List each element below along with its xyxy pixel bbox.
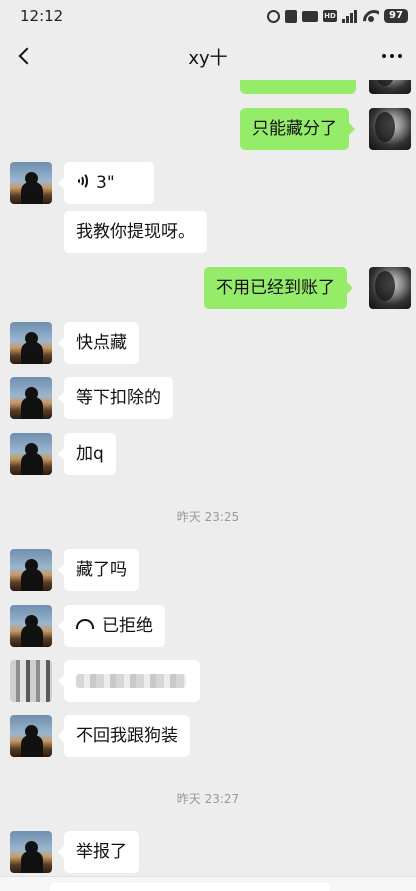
signal-icon	[342, 9, 358, 23]
phone-hangup-icon	[76, 619, 94, 629]
message-bubble[interactable]: 不用已经到账了	[204, 267, 353, 309]
timestamp: 昨天 23:27	[176, 792, 240, 806]
message-bubble[interactable]: 加q	[58, 433, 116, 475]
message-bubble[interactable]: 只能藏分了	[240, 108, 355, 150]
avatar-contact[interactable]	[10, 660, 52, 702]
avatar-contact[interactable]	[10, 322, 52, 364]
voice-duration: 3"	[96, 173, 115, 193]
hd-icon: HD	[323, 10, 337, 22]
voice-message[interactable]: 3"	[58, 162, 154, 204]
alarm-icon	[267, 9, 280, 23]
avatar-contact[interactable]	[10, 715, 52, 757]
chat-title: xy十	[188, 48, 228, 69]
call-status: 已拒绝	[102, 616, 153, 636]
avatar-contact[interactable]	[10, 162, 52, 204]
message-bubble[interactable]: 快点藏	[58, 322, 139, 364]
message-bubble[interactable]: 我教你提现呀。	[64, 211, 207, 253]
more-dots-icon	[382, 54, 386, 58]
call-message[interactable]: 已拒绝	[58, 605, 165, 647]
message-bubble[interactable]: 举报了	[58, 831, 139, 873]
avatar-contact[interactable]	[10, 433, 52, 475]
sleep-icon	[302, 10, 318, 22]
message-input[interactable]	[50, 883, 330, 891]
message-bubble[interactable]: 藏了吗	[58, 549, 139, 591]
message-bubble[interactable]: 不回我跟狗装	[58, 715, 190, 757]
message-bubble[interactable]: 等下扣除的	[58, 377, 173, 419]
avatar-contact[interactable]	[10, 831, 52, 873]
more-button[interactable]	[378, 44, 406, 68]
timestamp: 昨天 23:25	[176, 510, 240, 524]
message-bubble[interactable]	[240, 80, 356, 94]
wifi-icon	[363, 10, 379, 22]
battery-icon: 97	[384, 9, 408, 23]
chat-header: xy十	[0, 32, 416, 80]
avatar-me[interactable]	[369, 80, 411, 94]
blurred-message[interactable]	[58, 660, 200, 702]
status-bar: 12:12 HD 97	[0, 0, 416, 32]
voice-wave-icon	[76, 172, 90, 190]
avatar-me[interactable]	[369, 108, 411, 150]
vibrate-icon	[285, 9, 297, 23]
input-bar	[0, 876, 416, 891]
avatar-contact[interactable]	[10, 377, 52, 419]
status-time: 12:12	[20, 7, 64, 25]
blurred-content	[76, 674, 186, 688]
avatar-contact[interactable]	[10, 605, 52, 647]
message-list[interactable]: 只能藏分了 3" 我教你提现呀。 不用已经到账了 快点藏 等下扣除的 加q 昨天…	[0, 80, 416, 891]
avatar-me[interactable]	[369, 267, 411, 309]
status-icons: HD 97	[267, 7, 408, 25]
avatar-contact[interactable]	[10, 549, 52, 591]
